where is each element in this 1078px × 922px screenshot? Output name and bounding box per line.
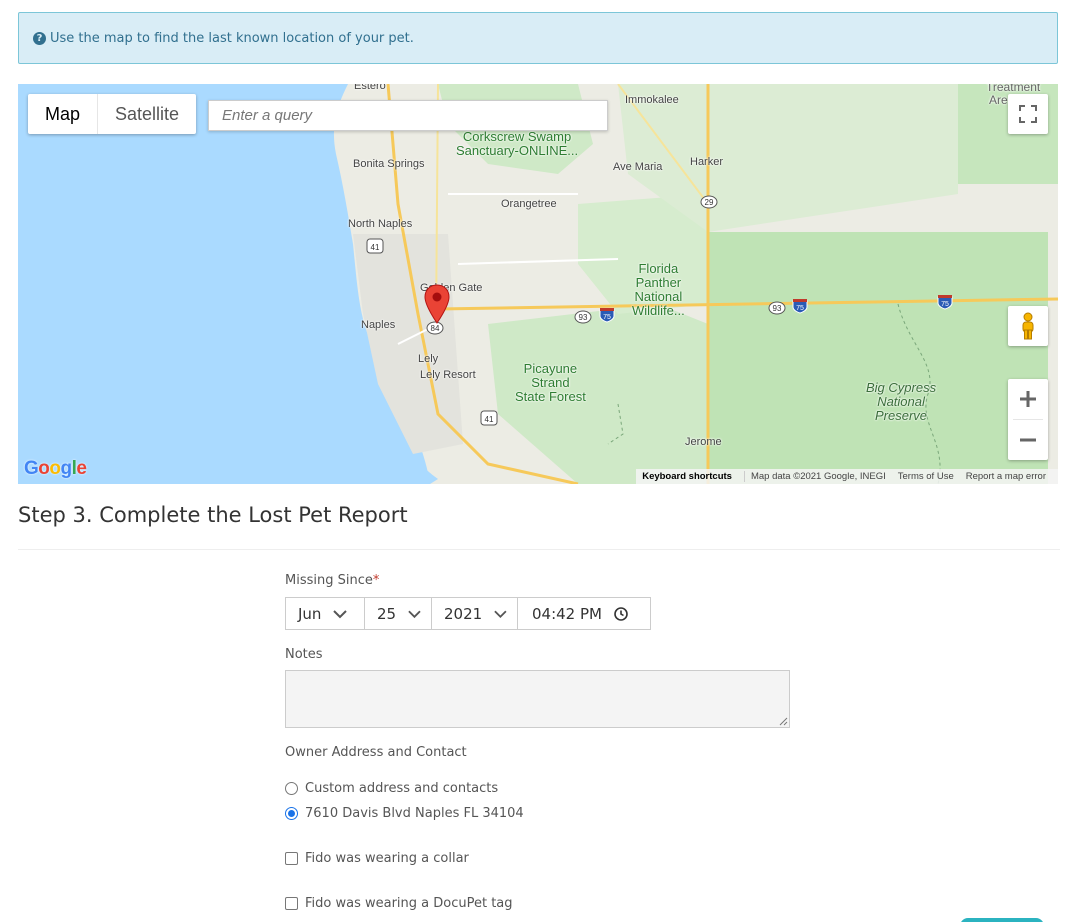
i75-shield-icon: 75	[937, 295, 953, 310]
notes-textarea[interactable]	[285, 670, 790, 728]
terms-of-use-link[interactable]: Terms of Use	[898, 471, 954, 482]
year-select[interactable]: 2021	[431, 597, 518, 630]
svg-text:84: 84	[431, 324, 440, 333]
zoom-out-button[interactable]	[1008, 420, 1048, 460]
collar-checkbox[interactable]	[285, 852, 298, 865]
map-query-input[interactable]	[208, 100, 608, 131]
map-label-harker: Harker	[690, 156, 724, 168]
i75-shield-icon: 75	[599, 308, 615, 323]
fullscreen-button[interactable]	[1008, 94, 1048, 134]
pegman-icon	[1022, 312, 1034, 340]
time-input[interactable]: 04:42 PM	[517, 597, 651, 630]
map-label-ave-maria: Ave Maria	[613, 161, 663, 173]
us41-shield-icon: 41	[480, 410, 498, 426]
big-cypress-area	[708, 232, 1048, 484]
custom-address-option[interactable]: Custom address and contacts	[285, 781, 498, 796]
svg-text:41: 41	[485, 415, 494, 424]
saved-address-radio[interactable]	[285, 807, 298, 820]
map-label-picayune: Picayune Strand State Forest	[515, 361, 586, 404]
us41-shield-icon: 41	[366, 238, 384, 254]
chevron-down-icon	[408, 610, 421, 618]
sr29-shield-icon: 29	[700, 195, 718, 209]
notes-label: Notes	[285, 647, 323, 662]
report-map-error-link[interactable]: Report a map error	[966, 471, 1046, 482]
map-label-bonita-springs: Bonita Springs	[353, 158, 425, 170]
i75-shield-icon: 75	[792, 299, 808, 314]
missing-since-label: Missing Since*	[285, 573, 380, 588]
month-select[interactable]: Jun	[285, 597, 365, 630]
required-mark: *	[372, 573, 380, 588]
resize-handle-icon[interactable]	[779, 717, 788, 726]
chevron-down-icon	[333, 609, 348, 618]
street-view-button[interactable]	[1008, 306, 1048, 346]
map-type-map-button[interactable]: Map	[28, 94, 99, 134]
map-label-lely-resort: Lely Resort	[420, 369, 476, 381]
keyboard-shortcuts-link[interactable]: Keyboard shortcuts	[642, 471, 732, 482]
fullscreen-icon	[1019, 105, 1037, 123]
map-label-naples: Naples	[361, 319, 396, 331]
map-attribution: Keyboard shortcuts Map data ©2021 Google…	[636, 469, 1058, 484]
svg-text:41: 41	[371, 243, 380, 252]
map-label-north-naples: North Naples	[348, 218, 413, 230]
svg-text:75: 75	[603, 314, 611, 321]
owner-address-label: Owner Address and Contact	[285, 745, 467, 760]
step-title: Step 3. Complete the Lost Pet Report	[18, 503, 408, 527]
location-marker-icon[interactable]	[424, 284, 450, 324]
svg-text:29: 29	[705, 198, 714, 207]
svg-text:93: 93	[579, 313, 588, 322]
docupet-tag-option[interactable]: Fido was wearing a DocuPet tag	[285, 896, 513, 911]
info-banner: ? Use the map to find the last known loc…	[18, 12, 1058, 64]
map-label-jerome: Jerome	[685, 436, 722, 448]
map-type-satellite-button[interactable]: Satellite	[98, 94, 196, 134]
minus-icon	[1020, 438, 1036, 442]
clock-icon[interactable]	[614, 606, 628, 621]
custom-address-radio[interactable]	[285, 782, 298, 795]
next-button[interactable]	[960, 918, 1044, 922]
map-label-corkscrew: Corkscrew Swamp Sanctuary-ONLINE...	[456, 129, 579, 158]
map[interactable]: Estero Immokalee Treatment Are Corkscrew…	[18, 84, 1058, 484]
google-logo: Google	[24, 458, 87, 479]
collar-option[interactable]: Fido was wearing a collar	[285, 851, 469, 866]
map-type-control[interactable]: Map Satellite	[28, 94, 197, 134]
chevron-down-icon	[494, 610, 507, 618]
svg-text:75: 75	[941, 301, 949, 308]
map-label-florida-panther: Florida Panther National Wildlife...	[632, 261, 685, 318]
divider	[18, 549, 1060, 550]
map-label-orangetree: Orangetree	[501, 198, 557, 210]
saved-address-option[interactable]: 7610 Davis Blvd Naples FL 34104	[285, 806, 524, 821]
map-label-big-cypress: Big Cypress National Preserve	[866, 380, 937, 423]
zoom-in-button[interactable]	[1008, 379, 1048, 419]
map-label-estero: Estero	[354, 84, 386, 92]
map-label-lely: Lely	[418, 353, 439, 365]
question-circle-icon: ?	[33, 31, 46, 45]
map-data-text: Map data ©2021 Google, INEGI	[743, 471, 886, 482]
sr93-shield-icon: 93	[574, 310, 592, 324]
info-banner-text: Use the map to find the last known locat…	[50, 30, 414, 46]
map-label-are: Are	[989, 93, 1008, 107]
svg-text:75: 75	[796, 305, 804, 312]
docupet-tag-checkbox[interactable]	[285, 897, 298, 910]
zoom-control[interactable]	[1008, 379, 1048, 460]
sr93-shield-icon: 93	[768, 301, 786, 315]
plus-icon	[1020, 391, 1036, 407]
day-select[interactable]: 25	[364, 597, 432, 630]
missing-since-picker[interactable]: Jun 25 2021 04:42 PM	[285, 597, 651, 630]
map-label-immokalee: Immokalee	[625, 94, 679, 106]
svg-text:93: 93	[773, 304, 782, 313]
